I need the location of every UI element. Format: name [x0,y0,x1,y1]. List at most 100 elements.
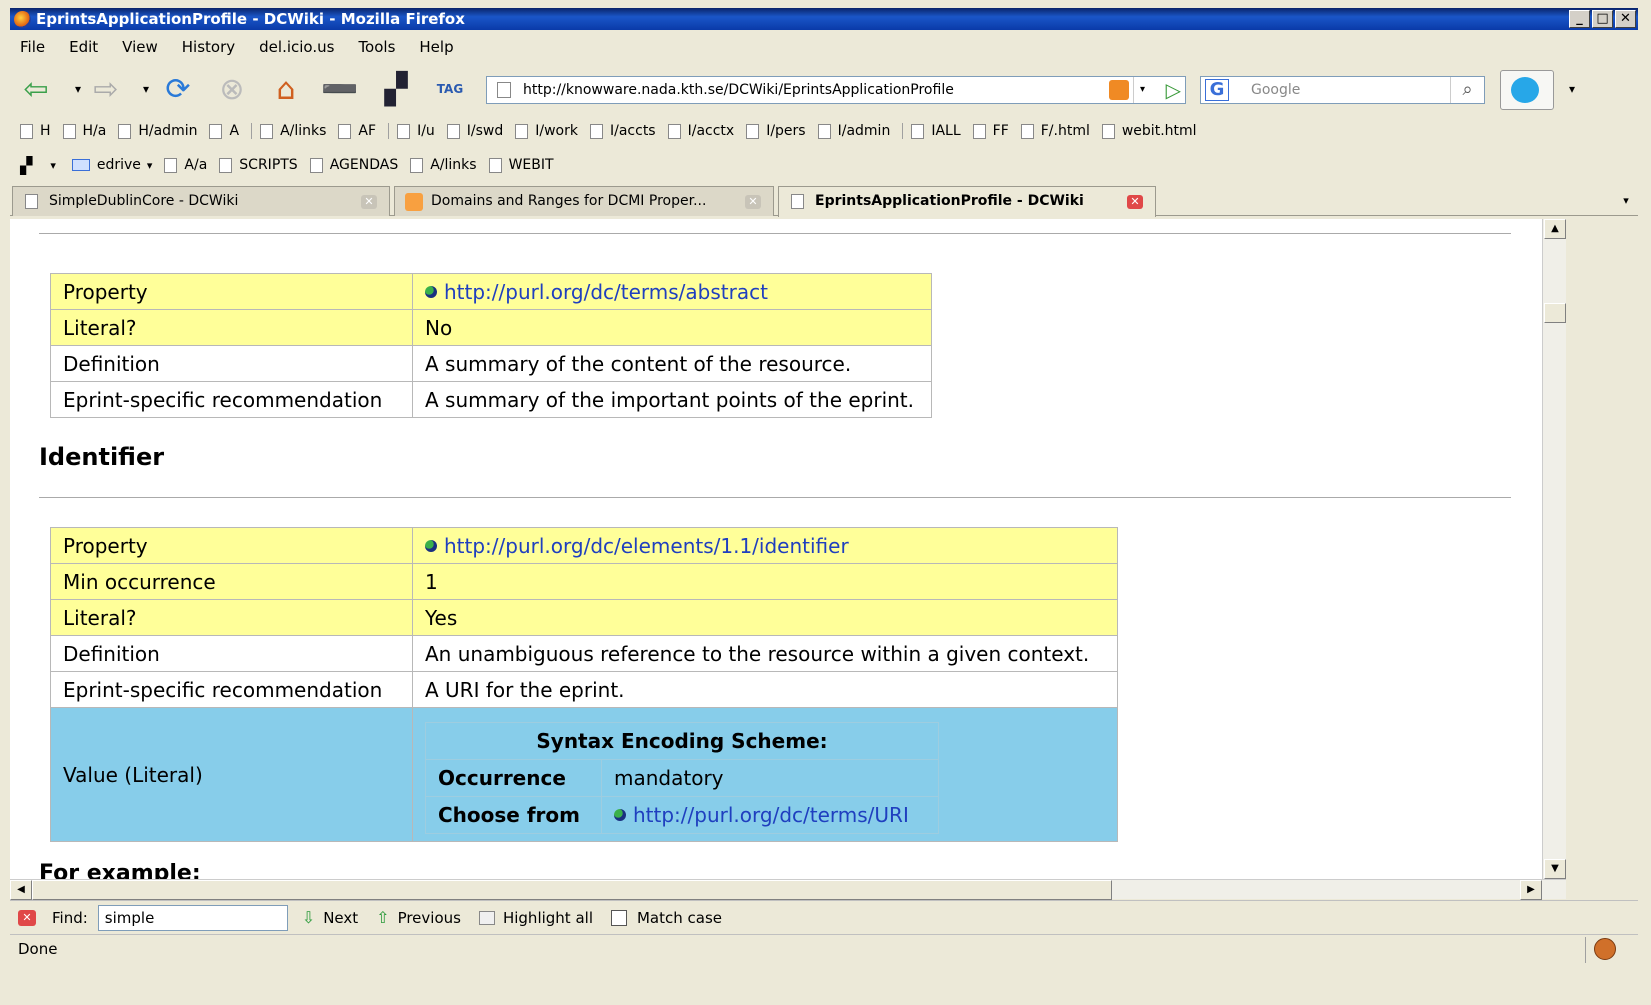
horizontal-scroll-thumb[interactable] [32,880,1112,900]
back-icon[interactable]: ⇦ [18,72,54,107]
scroll-right-icon[interactable]: ▶ [1520,880,1542,900]
bookmark-item[interactable]: F/.html [1020,123,1090,139]
bookmark-item[interactable]: H/a [62,123,106,139]
bookmark-item[interactable]: SCRIPTS [219,157,298,173]
bookmark-item[interactable]: AGENDAS [309,157,398,173]
delicious-bookmark-icon[interactable]: ➖ [321,72,358,107]
forward-icon[interactable]: ⇨ [88,72,124,107]
search-placeholder[interactable]: Google [1251,82,1300,98]
menu-delicious[interactable]: del.icio.us [259,38,334,56]
bookmark-item[interactable]: A/links [410,157,477,173]
bookmark-item[interactable]: AF [338,123,376,139]
tab-close-icon[interactable]: ✕ [361,195,377,209]
row-key: Eprint-specific recommendation [50,381,413,418]
menu-edit[interactable]: Edit [69,38,98,56]
bookmark-item[interactable]: FF [972,123,1009,139]
menu-file[interactable]: File [20,38,45,56]
bookmark-folder-edrive[interactable]: edrive ▾ [71,157,152,173]
tab-close-icon[interactable]: ✕ [745,195,761,209]
bookmark-item[interactable]: I/u [388,123,435,139]
tab-list-dropdown-icon[interactable]: ▾ [1614,188,1638,214]
address-bar[interactable]: http://knowware.nada.kth.se/DCWiki/Eprin… [486,76,1186,104]
bookmark-item[interactable]: A/a [164,157,207,173]
menu-history[interactable]: History [182,38,235,56]
bookmark-item[interactable]: I/pers [746,123,806,139]
table-row: Choose from http://purl.org/dc/terms/URI [425,796,939,834]
find-next-button[interactable]: ⇩ Next [302,908,358,927]
bookmark-page-icon [590,123,603,139]
bookmark-page-icon [488,157,502,173]
skype-dropdown-icon[interactable]: ▾ [1554,73,1590,105]
navigation-toolbar: ⇦ ▾ ⇨ ▾ ⟳ ⊗ ⌂ ➖ ▞ TAG http://knowware.na… [10,64,1638,114]
rss-feed-icon[interactable] [1109,80,1129,100]
greasemonkey-icon[interactable] [1594,938,1616,960]
match-case-checkbox[interactable]: Match case [610,909,722,927]
minimize-button[interactable]: _ [1569,10,1590,28]
down-arrow-icon: ⇩ [301,908,316,927]
reload-icon[interactable]: ⟳ [160,72,196,107]
delicious-icon[interactable]: ▞ [378,72,414,107]
tag-icon[interactable]: TAG [432,73,468,105]
bookmark-item[interactable]: webit.html [1101,123,1197,139]
vertical-scrollbar[interactable]: ▲ ▼ [1542,219,1566,879]
bookmark-item[interactable]: A/links [251,123,326,139]
bookmark-item[interactable]: A [209,123,239,139]
horizontal-scrollbar[interactable]: ◀ ▶ [10,879,1566,900]
delicious-tag-icon[interactable]: ▞ [20,156,32,175]
ses-title: Syntax Encoding Scheme: [425,722,939,760]
menu-tools[interactable]: Tools [358,38,395,56]
scroll-left-icon[interactable]: ◀ [10,880,32,900]
uri-link[interactable]: http://purl.org/dc/terms/URI [633,803,909,827]
property-link[interactable]: http://purl.org/dc/elements/1.1/identifi… [444,534,849,558]
bookmark-item[interactable]: H/admin [118,123,197,139]
bookmark-item[interactable]: I/admin [817,123,890,139]
scroll-up-icon[interactable]: ▲ [1544,219,1566,239]
bookmark-item[interactable]: H [20,123,51,139]
tab-eprints-active[interactable]: EprintsApplicationProfile - DCWiki ✕ [778,186,1156,217]
checkbox-icon[interactable] [610,909,627,926]
bookmark-item[interactable]: IALL [902,123,961,139]
url-text[interactable]: http://knowware.nada.kth.se/DCWiki/Eprin… [523,82,954,98]
vertical-scroll-thumb[interactable] [1544,303,1566,323]
search-icon[interactable]: ⌕ [1450,77,1484,103]
find-previous-button[interactable]: ⇧ Previous [376,908,461,927]
close-find-bar-icon[interactable]: ✕ [18,909,36,926]
property-link[interactable]: http://purl.org/dc/terms/abstract [444,280,768,304]
go-icon[interactable]: ▷ [1166,79,1181,101]
tab-close-icon[interactable]: ✕ [1127,195,1143,209]
bookmark-item[interactable]: WEBIT [488,157,554,173]
status-text: Done [18,940,58,958]
forward-history-dropdown-icon[interactable]: ▾ [128,73,164,105]
stop-icon[interactable]: ⊗ [214,72,250,107]
bookmark-page-icon [1020,123,1034,139]
menu-view[interactable]: View [122,38,158,56]
home-icon[interactable]: ⌂ [268,72,304,107]
menu-help[interactable]: Help [419,38,453,56]
bookmark-page-icon [817,123,831,139]
bookmark-page-icon [338,123,352,139]
google-engine-icon[interactable]: G [1205,79,1229,101]
tab-domains-ranges[interactable]: Domains and Ranges for DCMI Proper... ✕ [394,186,774,216]
highlight-all-button[interactable]: Highlight all [478,909,593,927]
table-row: Definition A summary of the content of t… [50,345,932,382]
row-key: Value (Literal) [50,707,413,842]
find-input[interactable] [97,904,288,931]
tab-simpledublincore[interactable]: SimpleDublinCore - DCWiki ✕ [12,186,390,216]
bookmark-item[interactable]: I/acctx [667,123,734,139]
bookmark-item[interactable]: I/accts [590,123,656,139]
bookmark-page-icon [219,157,233,173]
abstract-property-table: Property http://purl.org/dc/terms/abstra… [50,273,932,418]
dropdown-icon[interactable]: ▾ [50,159,56,172]
skype-button[interactable] [1500,70,1554,110]
row-key: Min occurrence [50,563,413,600]
scroll-down-icon[interactable]: ▼ [1544,859,1566,879]
bookmark-item[interactable]: I/swd [446,123,503,139]
url-dropdown-icon[interactable]: ▾ [1133,77,1151,103]
title-bar: EprintsApplicationProfile - DCWiki - Moz… [10,8,1638,30]
close-window-button[interactable]: ✕ [1615,10,1636,28]
bookmark-item[interactable]: I/work [515,123,578,139]
choose-from-value: http://purl.org/dc/terms/URI [601,796,939,834]
search-box[interactable]: G Google ⌕ [1200,76,1485,104]
maximize-button[interactable]: □ [1592,10,1613,28]
table-row: Literal? No [50,309,932,346]
